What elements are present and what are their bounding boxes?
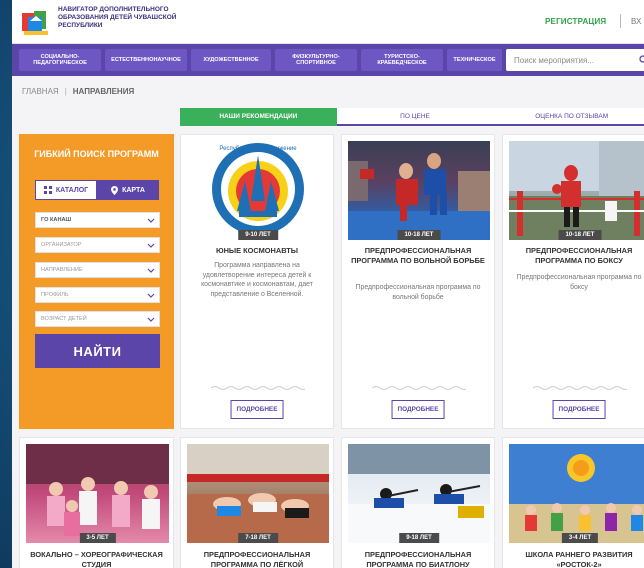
- age-badge: 10-18 ЛЕТ: [558, 230, 602, 240]
- card-title[interactable]: ПРЕДПРОФЕССИОНАЛЬНАЯ ПРОГРАММА ПО ВОЛЬНО…: [346, 246, 490, 266]
- card-description: Программа направлена на удовлетворение и…: [201, 262, 313, 298]
- search-input[interactable]: Поиск мероприятия...: [506, 49, 644, 71]
- tab-by-price[interactable]: ПО ЦЕНЕ: [336, 108, 494, 126]
- age-select[interactable]: ВОЗРАСТ ДЕТЕЙ: [35, 311, 160, 327]
- age-badge: 3-4 ЛЕТ: [561, 533, 599, 543]
- card-title[interactable]: ПРЕДПРОФЕССИОНАЛЬНАЯ ПРОГРАММА ПО ЛЁГКОЙ: [185, 550, 329, 568]
- card-image[interactable]: 9-18 ЛЕТ: [348, 444, 490, 543]
- search-icon[interactable]: [639, 55, 644, 65]
- program-card[interactable]: Республиканское движение 9-10 ЛЕТ ЮНЫЕ К…: [180, 134, 334, 429]
- wave-divider: [533, 386, 627, 390]
- card-image[interactable]: 3-5 ЛЕТ: [26, 444, 169, 543]
- register-link[interactable]: РЕГИСТРАЦИЯ: [545, 17, 606, 26]
- more-button[interactable]: ПОДРОБНЕЕ: [230, 400, 284, 419]
- card-title[interactable]: ПРЕДПРОФЕССИОНАЛЬНАЯ ПРОГРАММА ПО БОКСУ: [507, 246, 644, 266]
- chevron-down-icon: [147, 243, 155, 248]
- card-image[interactable]: Республиканское движение 9-10 ЛЕТ: [187, 141, 329, 240]
- map-pin-icon: [111, 185, 119, 195]
- main-nav: СОЦИАЛЬНО-ПЕДАГОГИЧЕСКОЕ ЕСТЕСТВЕННОНАУЧ…: [12, 44, 644, 76]
- chevron-down-icon: [147, 218, 155, 223]
- program-card[interactable]: 9-18 ЛЕТ ПРЕДПРОФЕССИОНАЛЬНАЯ ПРОГРАММА …: [341, 437, 495, 568]
- grid-icon: [43, 186, 52, 194]
- age-placeholder: ВОЗРАСТ ДЕТЕЙ: [41, 316, 87, 322]
- breadcrumb: ГЛАВНАЯ | НАПРАВЛЕНИЯ: [22, 87, 134, 96]
- page: НАВИГАТОР ДОПОЛНИТЕЛЬНОГО ОБРАЗОВАНИЯ ДЕ…: [12, 0, 644, 568]
- nav-item-science[interactable]: ЕСТЕСТВЕННОНАУЧНОЕ: [105, 49, 187, 71]
- tab-by-reviews[interactable]: ОЦЕНКА ПО ОТЗЫВАМ: [493, 108, 644, 126]
- boxing-photo: [509, 141, 644, 240]
- city-select[interactable]: ГО КАНАШ: [35, 212, 160, 228]
- breadcrumb-current: НАПРАВЛЕНИЯ: [72, 87, 135, 96]
- athletics-photo: [187, 444, 329, 543]
- wave-divider: [372, 386, 466, 390]
- nav-item-art[interactable]: ХУДОЖЕСТВЕННОЕ: [191, 49, 271, 71]
- header-divider: [620, 14, 621, 28]
- card-title[interactable]: ШКОЛА РАННЕГО РАЗВИТИЯ «РОСТОК-2»: [507, 550, 644, 568]
- chevron-down-icon: [147, 293, 155, 298]
- program-card[interactable]: 7-18 ЛЕТ ПРЕДПРОФЕССИОНАЛЬНАЯ ПРОГРАММА …: [180, 437, 334, 568]
- biathlon-photo: [348, 444, 490, 543]
- card-description: Предпрофессиональная программа по боксу: [516, 274, 642, 291]
- login-link[interactable]: ВХ: [631, 17, 641, 26]
- organizer-select[interactable]: ОРГАНИЗАТОР: [35, 237, 160, 253]
- age-badge: 7-18 ЛЕТ: [238, 533, 278, 543]
- card-description: Предпрофессиональная программа по вольно…: [355, 284, 481, 301]
- filter-panel: ГИБКИЙ ПОИСК ПРОГРАММ КАТАЛОГ КАРТА ГО К…: [19, 134, 174, 429]
- card-image[interactable]: 10-18 ЛЕТ: [348, 141, 490, 240]
- age-badge: 9-10 ЛЕТ: [238, 230, 278, 240]
- card-image[interactable]: 10-18 ЛЕТ: [509, 141, 644, 240]
- early-development-photo: [509, 444, 644, 543]
- card-title[interactable]: ПРЕДПРОФЕССИОНАЛЬНАЯ ПРОГРАММА ПО БИАТЛО…: [346, 550, 490, 568]
- find-button[interactable]: НАЙТИ: [35, 334, 160, 368]
- tab-recommendations[interactable]: НАШИ РЕКОМЕНДАЦИИ: [180, 108, 337, 126]
- program-card[interactable]: 3-4 ЛЕТ ШКОЛА РАННЕГО РАЗВИТИЯ «РОСТОК-2…: [502, 437, 644, 568]
- site-header: НАВИГАТОР ДОПОЛНИТЕЛЬНОГО ОБРАЗОВАНИЯ ДЕ…: [12, 0, 644, 44]
- choreography-photo: [26, 444, 169, 536]
- filter-title: ГИБКИЙ ПОИСК ПРОГРАММ: [34, 149, 159, 159]
- nav-item-sport[interactable]: ФИЗКУЛЬТУРНО-СПОРТИВНОЕ: [275, 49, 357, 71]
- site-title: НАВИГАТОР ДОПОЛНИТЕЛЬНОГО ОБРАЗОВАНИЯ ДЕ…: [58, 6, 177, 29]
- map-button[interactable]: КАРТА: [97, 180, 159, 200]
- catalog-button[interactable]: КАТАЛОГ: [35, 180, 97, 200]
- logo-arc-text: Республиканское движение: [219, 146, 297, 152]
- breadcrumb-separator: |: [64, 87, 67, 96]
- profile-select[interactable]: ПРОФИЛЬ: [35, 287, 160, 303]
- catalog-label: КАТАЛОГ: [55, 186, 89, 194]
- organizer-placeholder: ОРГАНИЗАТОР: [41, 242, 82, 248]
- chevron-down-icon: [147, 268, 155, 273]
- profile-placeholder: ПРОФИЛЬ: [41, 292, 69, 298]
- more-button[interactable]: ПОДРОБНЕЕ: [552, 400, 606, 419]
- cosmonauts-logo-image: Республиканское движение: [212, 143, 304, 235]
- program-card[interactable]: 10-18 ЛЕТ ПРЕДПРОФЕССИОНАЛЬНАЯ ПРОГРАММА…: [341, 134, 495, 429]
- breadcrumb-home[interactable]: ГЛАВНАЯ: [22, 87, 59, 96]
- program-card[interactable]: 3-5 ЛЕТ ВОКАЛЬНО – ХОРЕОГРАФИЧЕСКАЯ СТУД…: [19, 437, 174, 568]
- wrestling-photo: [348, 153, 490, 240]
- age-badge: 9-18 ЛЕТ: [399, 533, 439, 543]
- card-title[interactable]: ВОКАЛЬНО – ХОРЕОГРАФИЧЕСКАЯ СТУДИЯ: [24, 550, 169, 568]
- direction-placeholder: НАПРАВЛЕНИЕ: [41, 267, 83, 273]
- sort-tabs: НАШИ РЕКОМЕНДАЦИИ ПО ЦЕНЕ ОЦЕНКА ПО ОТЗЫ…: [180, 108, 644, 126]
- map-label: КАРТА: [122, 186, 145, 194]
- card-title[interactable]: ЮНЫЕ КОСМОНАВТЫ: [185, 246, 329, 256]
- city-value: ГО КАНАШ: [41, 217, 72, 223]
- chevron-down-icon: [147, 317, 155, 322]
- direction-select[interactable]: НАПРАВЛЕНИЕ: [35, 262, 160, 278]
- nav-item-social[interactable]: СОЦИАЛЬНО-ПЕДАГОГИЧЕСКОЕ: [19, 49, 101, 71]
- age-badge: 3-5 ЛЕТ: [79, 533, 116, 543]
- card-image[interactable]: 7-18 ЛЕТ: [187, 444, 329, 543]
- site-logo[interactable]: [20, 7, 52, 37]
- wave-divider: [211, 386, 305, 390]
- card-image[interactable]: 3-4 ЛЕТ: [509, 444, 644, 543]
- nav-item-tourism[interactable]: ТУРИСТСКО-КРАЕВЕДЧЕСКОЕ: [361, 49, 443, 71]
- program-card[interactable]: 10-18 ЛЕТ ПРЕДПРОФЕССИОНАЛЬНАЯ ПРОГРАММА…: [502, 134, 644, 429]
- nav-item-technical[interactable]: ТЕХНИЧЕСКОЕ: [447, 49, 502, 71]
- age-badge: 10-18 ЛЕТ: [397, 230, 441, 240]
- more-button[interactable]: ПОДРОБНЕЕ: [391, 400, 445, 419]
